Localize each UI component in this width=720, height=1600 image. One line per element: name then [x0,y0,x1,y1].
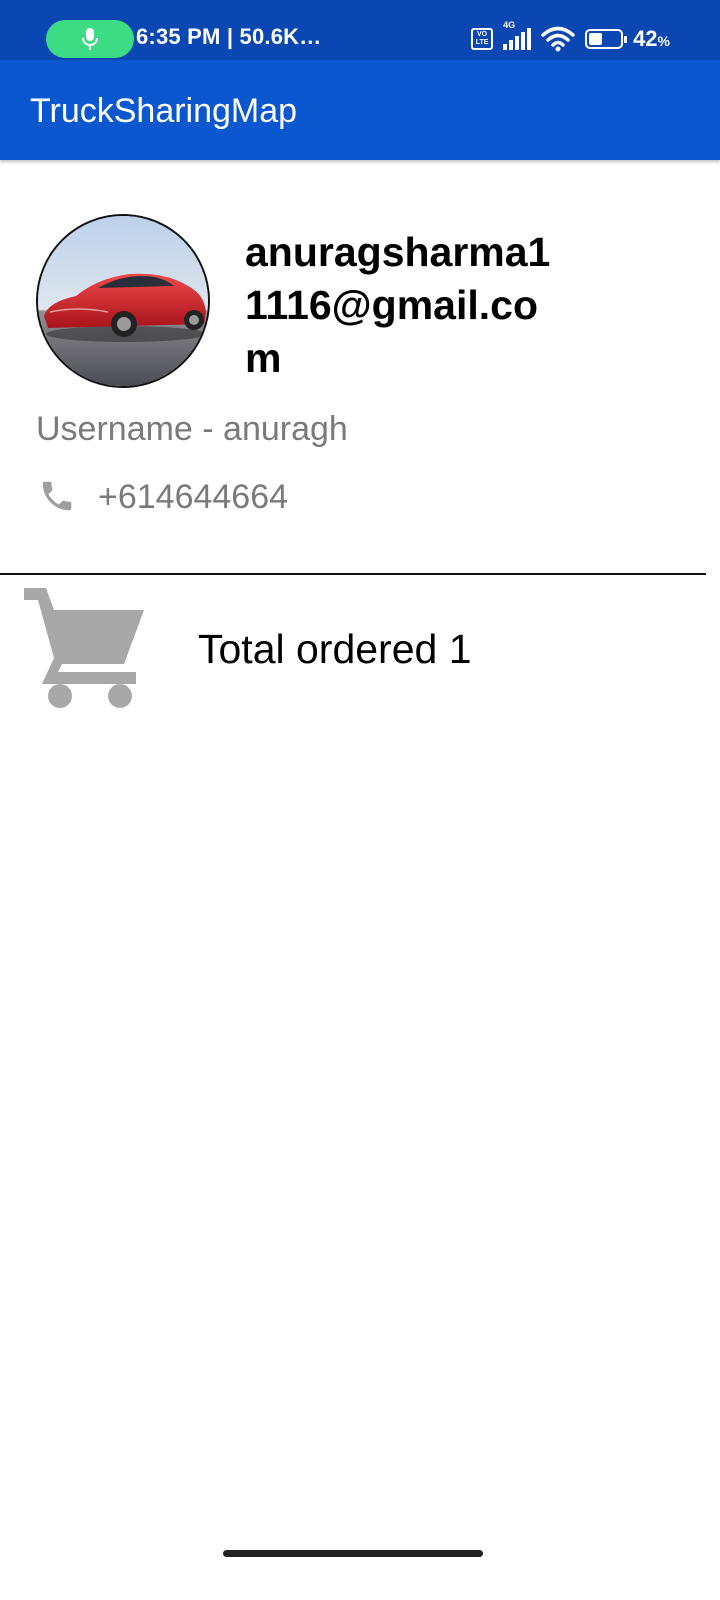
app-title: TruckSharingMap [30,92,298,130]
phone-icon [42,481,72,511]
avatar [36,214,210,388]
cart-icon [24,588,144,708]
profile-phone[interactable]: +614644664 [98,478,288,517]
signal-icon: 4G [503,20,532,50]
wifi-icon [541,26,575,52]
profile-username: Username - anuragh [36,410,348,448]
car-image [38,216,208,386]
battery-percent: 42% [633,26,670,51]
status-time-text: 6:35 PM | 50.6K… [136,24,322,49]
network-type: 4G [503,20,516,30]
home-indicator[interactable] [223,1550,483,1557]
status-icons: VO LTE 4G 42% [471,20,670,54]
profile-email: anuragsharma11116@gmail.com [245,229,551,381]
mic-indicator[interactable] [46,20,134,58]
volte-icon: VO LTE [471,28,494,50]
divider [0,573,706,575]
status-bar: 6:35 PM | 50.6K… VO LTE 4G 42% [0,0,720,60]
battery-icon [585,29,628,49]
app-bar: TruckSharingMap [0,60,720,160]
total-ordered: Total ordered 1 [198,626,472,672]
mic-icon [82,28,98,50]
battery-fill [589,33,603,45]
